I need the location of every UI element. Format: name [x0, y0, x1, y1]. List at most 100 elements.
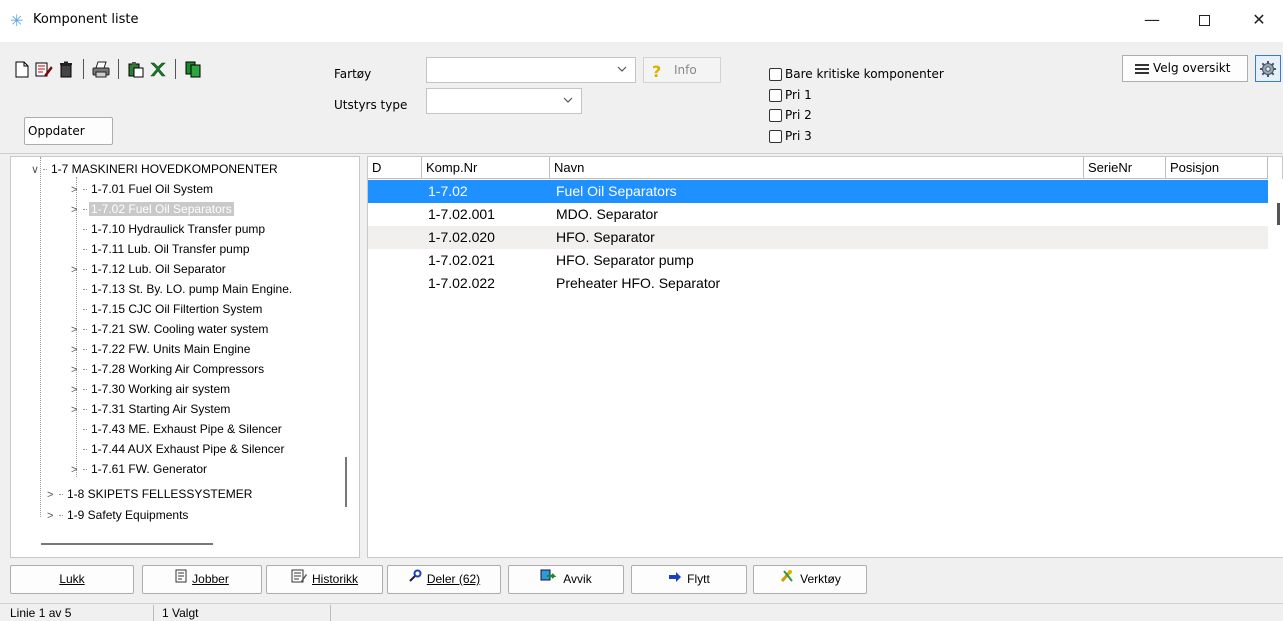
grid-vertical-scrollbar[interactable] — [1273, 179, 1283, 557]
cell-navn: Fuel Oil Separators — [556, 183, 677, 199]
expand-icon[interactable]: > — [47, 506, 59, 526]
tree-item[interactable]: >1-7.22 FW. Units Main Engine — [71, 339, 252, 359]
expand-icon[interactable]: > — [71, 200, 83, 220]
checkbox-kritiske[interactable]: Bare kritiske komponenter — [769, 67, 944, 81]
column-header-posisjon[interactable]: Posisjon — [1166, 157, 1268, 179]
tree-item[interactable]: 1-7.43 ME. Exhaust Pipe & Silencer — [71, 419, 284, 439]
tree-item[interactable]: 1-7.10 Hydraulick Transfer pump — [71, 219, 267, 239]
historikk-button[interactable]: Historikk — [266, 565, 383, 594]
expand-icon[interactable]: > — [71, 400, 83, 420]
excel-icon[interactable] — [148, 59, 168, 79]
minimize-button[interactable]: — — [1129, 0, 1175, 42]
tree-item[interactable]: >1-8 SKIPETS FELLESSYSTEMER — [47, 484, 254, 504]
tree-connector — [83, 289, 87, 291]
table-row[interactable]: 1-7.02.020 HFO. Separator — [368, 226, 1268, 249]
tree-connector — [83, 249, 87, 251]
scrollbar-thumb[interactable] — [1277, 203, 1280, 225]
column-header-navn[interactable]: Navn — [550, 157, 1084, 179]
tree-item-label: 1-7.31 Starting Air System — [91, 402, 231, 416]
status-separator — [153, 605, 154, 621]
tree-item[interactable]: ∨ 1-7 MASKINERI HOVEDKOMPONENTER — [31, 159, 280, 179]
velg-oversikt-button[interactable]: Velg oversikt — [1122, 55, 1248, 82]
checkbox-box[interactable] — [769, 108, 782, 122]
tree-item[interactable]: 1-7.15 CJC Oil Filtertion System — [71, 299, 264, 319]
settings-button[interactable] — [1255, 55, 1281, 82]
action-bar: Lukk Jobber Historikk Deler (62) Avvik F… — [0, 558, 1283, 603]
expand-icon[interactable]: > — [71, 320, 83, 340]
table-row[interactable]: 1-7.02.022 Preheater HFO. Separator — [368, 272, 1268, 295]
cell-navn: HFO. Separator pump — [556, 252, 694, 268]
expand-icon[interactable]: ∨ — [31, 160, 43, 180]
expand-icon[interactable]: > — [47, 485, 59, 505]
oppdater-button[interactable]: Oppdater — [24, 117, 113, 145]
component-grid[interactable]: D Komp.Nr Navn SerieNr Posisjon 1-7.02 F… — [367, 156, 1283, 558]
tree-item[interactable]: >1-7.12 Lub. Oil Separator — [71, 259, 228, 279]
verktoy-button[interactable]: Verktøy — [753, 565, 867, 594]
tree-vertical-scrollbar[interactable] — [345, 457, 347, 507]
cell-navn: HFO. Separator — [556, 229, 655, 245]
column-header-d[interactable]: D — [368, 157, 422, 179]
flytt-label: Flytt — [687, 572, 710, 586]
checkbox-box[interactable] — [769, 67, 782, 81]
tree-horizontal-scrollbar[interactable] — [41, 543, 213, 545]
fartoy-select[interactable] — [426, 57, 636, 83]
toolbar-separator — [83, 59, 84, 79]
tree-item-selected[interactable]: >1-7.02 Fuel Oil Separators — [71, 199, 234, 219]
help-icon: ? — [652, 62, 662, 81]
tree-connector — [83, 449, 87, 451]
print-icon[interactable] — [91, 59, 111, 79]
checkbox-label: Pri 2 — [785, 108, 812, 122]
expand-icon[interactable]: > — [71, 340, 83, 360]
tree-item[interactable]: 1-7.11 Lub. Oil Transfer pump — [71, 239, 252, 259]
tree-item[interactable]: >1-9 Safety Equipments — [47, 505, 190, 525]
tree-item-label: 1-7.28 Working Air Compressors — [91, 362, 265, 376]
utstyrs-type-select[interactable] — [426, 88, 582, 114]
tree-item[interactable]: >1-7.28 Working Air Compressors — [71, 359, 266, 379]
table-row-selected[interactable]: 1-7.02 Fuel Oil Separators — [368, 180, 1268, 203]
tree-item-label: 1-7.13 St. By. LO. pump Main Engine. — [91, 282, 293, 296]
component-tree[interactable]: ∨ 1-7 MASKINERI HOVEDKOMPONENTER >1-7.01 … — [10, 156, 360, 558]
close-button[interactable]: ✕ — [1236, 0, 1282, 42]
expand-icon[interactable]: > — [71, 380, 83, 400]
tree-item[interactable]: >1-7.31 Starting Air System — [71, 399, 232, 419]
checkbox-pri-2[interactable]: Pri 2 — [769, 108, 812, 122]
tree-connector — [83, 229, 87, 231]
tree-item[interactable]: >1-7.01 Fuel Oil System — [71, 179, 215, 199]
avvik-button[interactable]: Avvik — [508, 565, 624, 594]
tree-connector — [83, 369, 87, 371]
column-header-komp-nr[interactable]: Komp.Nr — [422, 157, 550, 179]
chevron-down-icon — [617, 66, 627, 72]
edit-document-icon[interactable] — [34, 59, 54, 79]
checkbox-box[interactable] — [769, 88, 782, 102]
tree-item-label: 1-7.44 AUX Exhaust Pipe & Silencer — [91, 442, 285, 456]
info-button[interactable]: ? Info — [643, 57, 721, 83]
column-header-serie-nr[interactable]: SerieNr — [1084, 157, 1166, 179]
clipboard-icon[interactable] — [126, 59, 146, 79]
tree-item[interactable]: 1-7.44 AUX Exhaust Pipe & Silencer — [71, 439, 286, 459]
jobber-button[interactable]: Jobber — [142, 565, 262, 594]
delete-icon[interactable] — [56, 59, 76, 79]
expand-icon[interactable]: > — [71, 360, 83, 380]
expand-icon[interactable]: > — [71, 460, 83, 480]
new-document-icon[interactable] — [12, 59, 32, 79]
tree-item[interactable]: >1-7.21 SW. Cooling water system — [71, 319, 270, 339]
checkbox-box[interactable] — [769, 129, 782, 143]
arrow-right-icon — [668, 566, 682, 593]
table-row[interactable]: 1-7.02.001 MDO. Separator — [368, 203, 1268, 226]
tree-item[interactable]: 1-7.13 St. By. LO. pump Main Engine. — [71, 279, 294, 299]
copy-icon[interactable] — [183, 59, 203, 79]
deler-button[interactable]: Deler (62) — [387, 565, 501, 594]
table-row[interactable]: 1-7.02.021 HFO. Separator pump — [368, 249, 1268, 272]
cell-komp-nr: 1-7.02.001 — [428, 206, 495, 222]
expand-icon[interactable]: > — [71, 260, 83, 280]
tree-item[interactable]: >1-7.30 Working air system — [71, 379, 232, 399]
toolbar — [12, 58, 203, 80]
maximize-button[interactable] — [1181, 0, 1227, 42]
checkbox-pri-1[interactable]: Pri 1 — [769, 88, 812, 102]
expand-icon[interactable]: > — [71, 180, 83, 200]
tree-item-label: 1-7.61 FW. Generator — [91, 462, 208, 476]
checkbox-pri-3[interactable]: Pri 3 — [769, 129, 812, 143]
lukk-button[interactable]: Lukk — [10, 565, 134, 594]
tree-item[interactable]: >1-7.61 FW. Generator — [71, 459, 209, 479]
flytt-button[interactable]: Flytt — [631, 565, 747, 594]
